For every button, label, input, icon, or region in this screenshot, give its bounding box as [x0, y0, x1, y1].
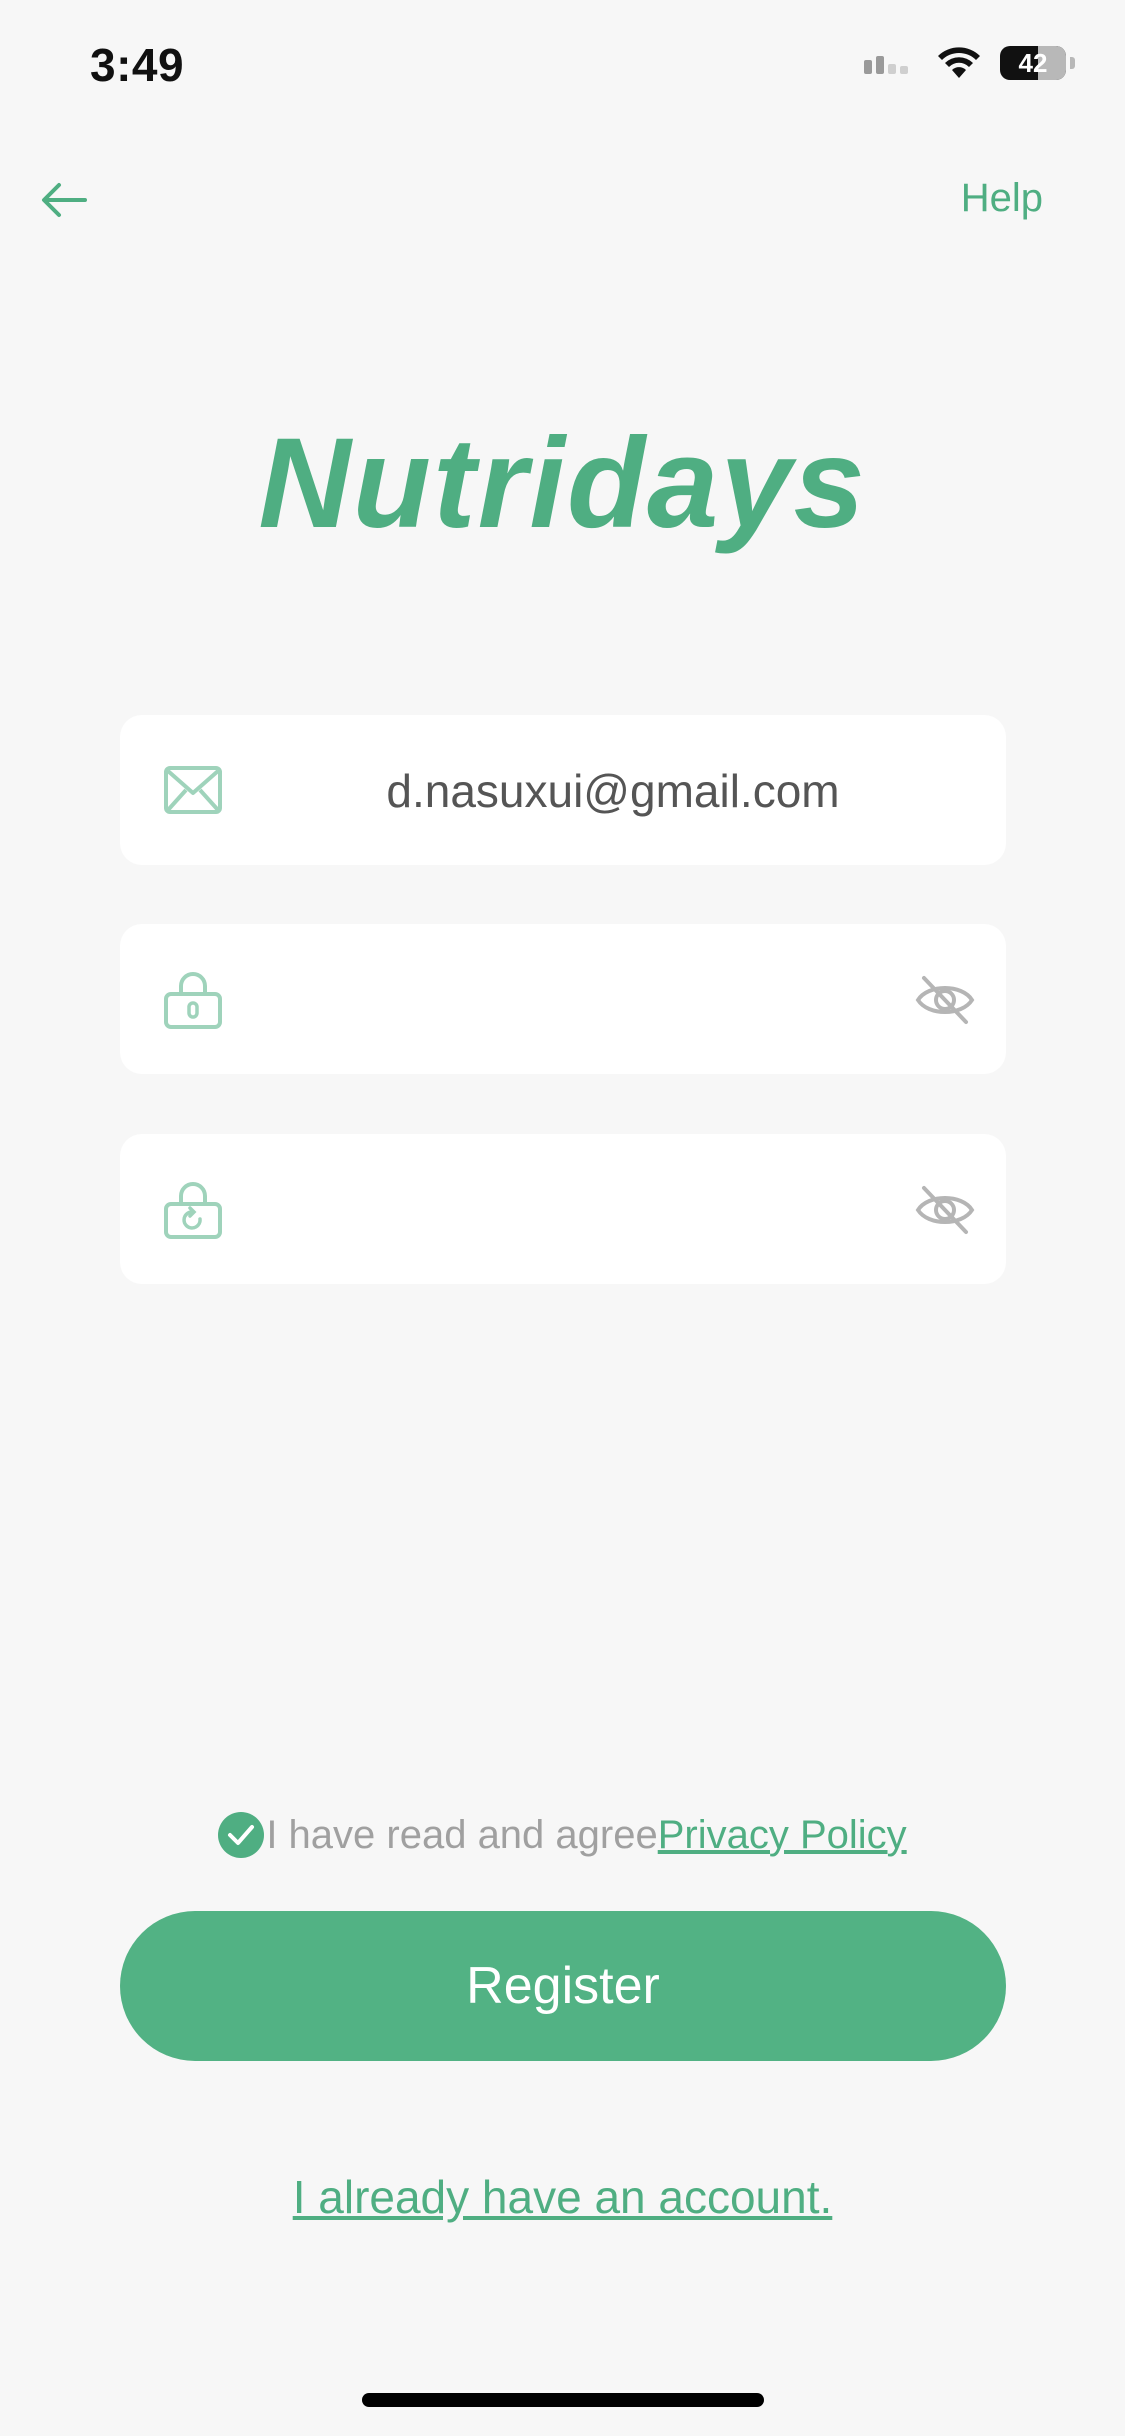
email-input[interactable] — [260, 745, 966, 837]
lock-refresh-icon — [164, 1182, 222, 1239]
cellular-signal-icon — [864, 56, 908, 74]
arrow-left-icon — [42, 183, 87, 217]
already-have-account-link[interactable]: I already have an account. — [293, 2171, 833, 2223]
envelope-icon — [164, 766, 222, 814]
privacy-policy-link[interactable]: Privacy Policy — [658, 1813, 907, 1858]
eye-off-icon[interactable] — [914, 974, 976, 1026]
password-input[interactable] — [260, 954, 886, 1046]
password-field — [120, 924, 1006, 1074]
wifi-icon — [938, 47, 980, 78]
battery-cap — [1070, 57, 1075, 69]
agreement-row: I have read and agree Privacy Policy — [0, 1812, 1125, 1858]
confirm-password-input[interactable] — [260, 1164, 886, 1256]
agreement-text: I have read and agree — [266, 1812, 658, 1857]
back-button[interactable] — [36, 172, 92, 228]
register-button[interactable]: Register — [120, 1911, 1006, 2061]
lock-icon — [164, 972, 222, 1029]
agreement-checkbox[interactable] — [218, 1812, 265, 1858]
status-icons: 42 — [864, 46, 1075, 80]
login-link-container: I already have an account. — [0, 2170, 1125, 2224]
battery-icon: 42 — [1000, 46, 1066, 80]
home-indicator — [362, 2393, 764, 2407]
help-link[interactable]: Help — [961, 176, 1043, 221]
email-field — [120, 715, 1006, 865]
checkmark-icon — [228, 1825, 255, 1845]
app-logo: Nutridays — [258, 412, 867, 555]
status-time: 3:49 — [90, 39, 185, 91]
eye-off-icon[interactable] — [914, 1184, 976, 1236]
confirm-password-field — [120, 1134, 1006, 1284]
battery-level: 42 — [1018, 47, 1048, 78]
